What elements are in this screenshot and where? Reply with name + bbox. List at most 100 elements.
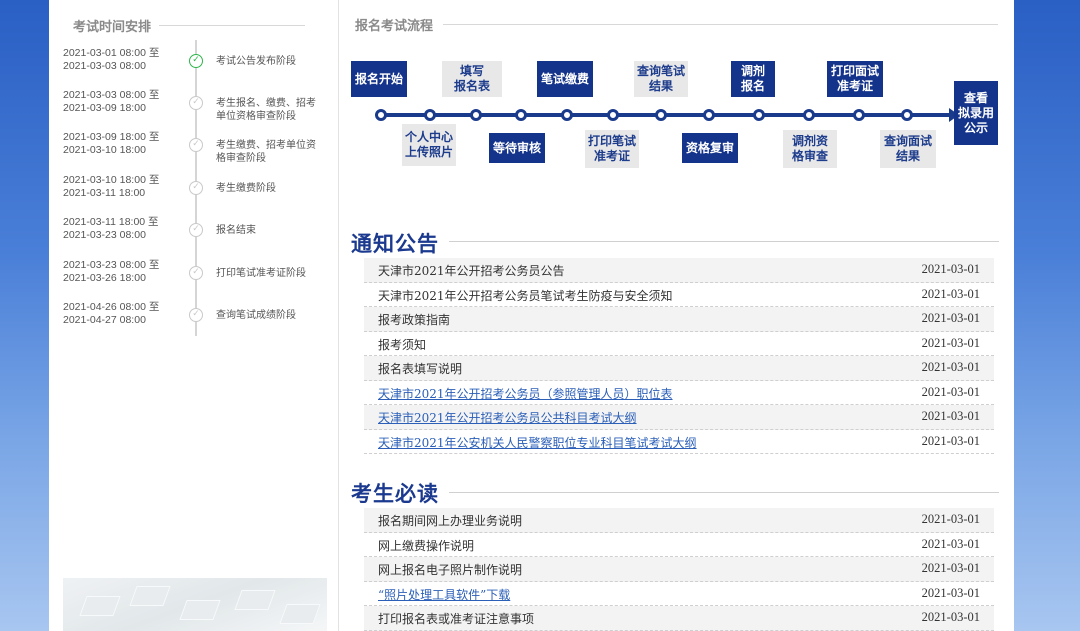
flow-step: 调剂 报名 [731, 61, 775, 97]
list-item[interactable]: 天津市2021年公开招考公务员公共科目考试大纲 2021-03-01 [364, 405, 994, 430]
schedule-title: 考试时间安排 [73, 16, 160, 35]
list-item[interactable]: 打印报名表或准考证注意事项 2021-03-01 [364, 606, 994, 631]
timeline-item: 2021-03-03 08:00 至 2021-03-09 18:00 ✓ 考生报名… [49, 89, 338, 129]
exam-schedule-panel: 考试时间安排 2021-03-01 08:00 至 2021-03-03 08:… [49, 0, 338, 631]
timeline-time: 2021-03-23 08:00 至 2021-03-26 18:00 [63, 259, 160, 284]
item-title-link[interactable]: 天津市2021年公开招考公务员公告 [378, 262, 565, 279]
item-title-link[interactable]: 报名期间网上办理业务说明 [378, 512, 522, 529]
item-title-link[interactable]: “照片处理工具软件”下载 [378, 586, 510, 603]
item-date: 2021-03-01 [921, 561, 980, 575]
list-item[interactable]: 网上报名电子照片制作说明 2021-03-01 [364, 557, 994, 582]
list-item[interactable]: 报名期间网上办理业务说明 2021-03-01 [364, 508, 994, 533]
timeline-time: 2021-04-26 08:00 至 2021-04-27 08:00 [63, 301, 160, 326]
item-date: 2021-03-01 [921, 610, 980, 624]
item-date: 2021-03-01 [921, 433, 980, 448]
timeline-label: 考生缴费阶段 [216, 183, 276, 194]
item-title-link[interactable]: 报名表填写说明 [378, 360, 462, 377]
section-divider [355, 24, 998, 25]
list-item[interactable]: 天津市2021年公开招考公务员（参照管理人员）职位表 2021-03-01 [364, 381, 994, 405]
list-item[interactable]: 天津市2021年公安机关人民警察职位专业科目笔试考试大纲 2021-03-01 [364, 430, 994, 454]
timeline-time: 2021-03-09 18:00 至 2021-03-10 18:00 [63, 131, 160, 156]
item-date: 2021-03-01 [921, 311, 980, 325]
decorative-image [63, 578, 327, 631]
timeline-time: 2021-03-10 18:00 至 2021-03-11 18:00 [63, 174, 160, 199]
flow-node-icon [753, 109, 765, 121]
flow-step: 查看 拟录用 公示 [954, 81, 998, 145]
flow-node-icon [853, 109, 865, 121]
main-page: 考试时间安排 2021-03-01 08:00 至 2021-03-03 08:… [49, 0, 1014, 631]
timeline-time: 2021-03-11 18:00 至 2021-03-23 08:00 [63, 216, 159, 241]
list-item[interactable]: 网上缴费操作说明 2021-03-01 [364, 533, 994, 557]
flow-title: 报名考试流程 [355, 15, 444, 34]
item-date: 2021-03-01 [921, 384, 980, 399]
item-title-link[interactable]: 打印报名表或准考证注意事项 [378, 610, 534, 627]
notices-list: 天津市2021年公开招考公务员公告 2021-03-01 天津市2021年公开招考公… [364, 258, 994, 454]
flow-step: 笔试缴费 [537, 61, 593, 97]
timeline-item: 2021-03-11 18:00 至 2021-03-23 08:00 ✓ 报名结束 [49, 216, 338, 256]
list-item[interactable]: 天津市2021年公开招考公务员公告 2021-03-01 [364, 258, 994, 283]
timeline-label: 考生缴费、招考单位资格审查阶段 [216, 140, 316, 164]
item-date: 2021-03-01 [921, 335, 980, 350]
list-item[interactable]: 报考须知 2021-03-01 [364, 332, 994, 356]
timeline-item: 2021-03-10 18:00 至 2021-03-11 18:00 ✓ 考生缴费… [49, 174, 338, 214]
item-date: 2021-03-01 [921, 409, 980, 423]
item-date: 2021-03-01 [921, 262, 980, 276]
timeline-item: 2021-04-26 08:00 至 2021-04-27 08:00 ✓ 查询笔试… [49, 301, 338, 341]
item-date: 2021-03-01 [921, 536, 980, 551]
item-title-link[interactable]: 天津市2021年公开招考公务员笔试考生防疫与安全须知 [378, 287, 673, 304]
timeline-item: 2021-03-23 08:00 至 2021-03-26 18:00 ✓ 打印笔试… [49, 259, 338, 299]
flow-step: 查询笔试 结果 [634, 61, 688, 97]
guide-title: 考生必读 [351, 478, 449, 508]
item-title-link[interactable]: 网上报名电子照片制作说明 [378, 561, 522, 578]
flow-step: 调剂资 格审查 [783, 130, 837, 168]
item-title-link[interactable]: 天津市2021年公开招考公务员（参照管理人员）职位表 [378, 385, 673, 402]
flow-step: 填写 报名表 [442, 61, 502, 97]
timeline-time: 2021-03-01 08:00 至 2021-03-03 08:00 [63, 47, 160, 72]
timeline-item: 2021-03-01 08:00 至 2021-03-03 08:00 ✓ 考试公告… [49, 47, 338, 87]
timeline-time: 2021-03-03 08:00 至 2021-03-09 18:00 [63, 89, 160, 114]
flow-node-icon [703, 109, 715, 121]
flow-step: 资格复审 [682, 133, 738, 163]
item-date: 2021-03-01 [921, 585, 980, 600]
item-title-link[interactable]: 报考政策指南 [378, 311, 450, 328]
flow-step: 查询面试 结果 [880, 130, 936, 168]
item-date: 2021-03-01 [921, 286, 980, 301]
list-item[interactable]: “照片处理工具软件”下载 2021-03-01 [364, 582, 994, 606]
flow-node-icon [655, 109, 667, 121]
timeline-label: 打印笔试准考证阶段 [216, 268, 306, 279]
pending-circle-icon: ✓ [189, 308, 203, 322]
notices-title: 通知公告 [351, 228, 449, 258]
flow-node-icon [424, 109, 436, 121]
flow-node-icon [515, 109, 527, 121]
flow-node-icon [470, 109, 482, 121]
column-divider [338, 0, 339, 631]
flow-step: 打印笔试 准考证 [585, 130, 639, 168]
pending-circle-icon: ✓ [189, 266, 203, 280]
flow-node-icon [901, 109, 913, 121]
content-panel: 报名考试流程 报名开始 个人中心 上传照片 填写 报名表 等待审核 笔试缴费 打印笔试 准… [349, 0, 1009, 631]
flow-step: 打印面试 准考证 [827, 61, 883, 97]
item-date: 2021-03-01 [921, 512, 980, 526]
list-item[interactable]: 天津市2021年公开招考公务员笔试考生防疫与安全须知 2021-03-01 [364, 283, 994, 307]
pending-circle-icon: ✓ [189, 96, 203, 110]
item-title-link[interactable]: 天津市2021年公安机关人民警察职位专业科目笔试考试大纲 [378, 434, 697, 451]
item-date: 2021-03-01 [921, 360, 980, 374]
flow-step: 等待审核 [489, 133, 545, 163]
list-item[interactable]: 报名表填写说明 2021-03-01 [364, 356, 994, 381]
flow-step: 报名开始 [351, 61, 407, 97]
item-title-link[interactable]: 天津市2021年公开招考公务员公共科目考试大纲 [378, 409, 637, 426]
flow-node-icon [375, 109, 387, 121]
pending-circle-icon: ✓ [189, 181, 203, 195]
item-title-link[interactable]: 报考须知 [378, 336, 426, 353]
timeline-label: 查询笔试成绩阶段 [216, 310, 296, 321]
flow-node-icon [561, 109, 573, 121]
flow-node-icon [803, 109, 815, 121]
list-item[interactable]: 报考政策指南 2021-03-01 [364, 307, 994, 332]
pending-circle-icon: ✓ [189, 223, 203, 237]
registration-flowchart: 报名开始 个人中心 上传照片 填写 报名表 等待审核 笔试缴费 打印笔试 准考证 查询笔试 … [349, 50, 1009, 180]
timeline-label: 考生报名、缴费、招考单位资格审查阶段 [216, 98, 316, 122]
item-title-link[interactable]: 网上缴费操作说明 [378, 537, 474, 554]
guide-list: 报名期间网上办理业务说明 2021-03-01 网上缴费操作说明 2021-03-01… [364, 508, 994, 631]
timeline-label: 考试公告发布阶段 [216, 56, 296, 67]
timeline-item: 2021-03-09 18:00 至 2021-03-10 18:00 ✓ 考生缴费… [49, 131, 338, 171]
